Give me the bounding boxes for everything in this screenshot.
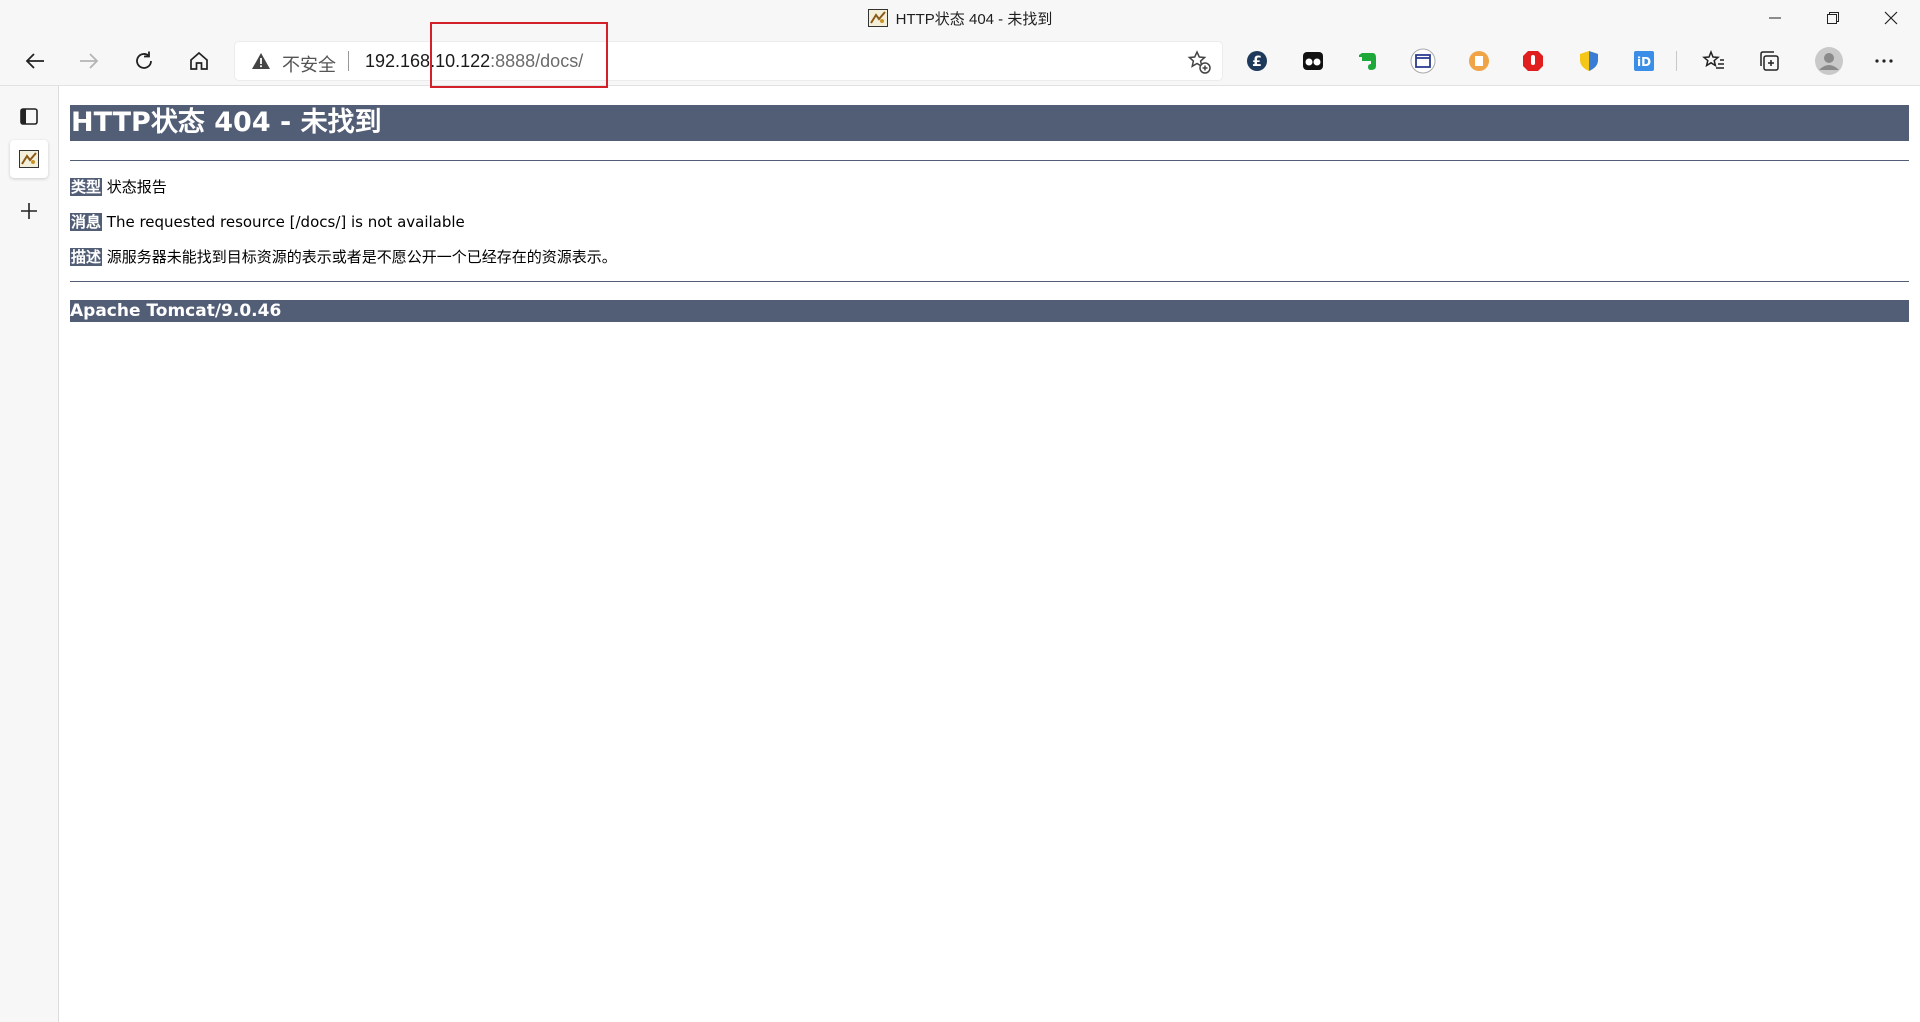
row-value: 源服务器未能找到目标资源的表示或者是不愿公开一个已经存在的资源表示。 (106, 248, 617, 266)
minimize-icon (1769, 17, 1781, 19)
home-button[interactable] (179, 41, 219, 81)
browser-toolbar: 不安全 192.168.10.122:8888/docs/ £ iD (0, 36, 1920, 86)
tomcat-favicon-icon (867, 9, 888, 27)
svg-text:iD: iD (1637, 55, 1651, 69)
tab-actions-icon (20, 108, 38, 125)
toolbar-divider (1676, 51, 1677, 71)
title-bar: HTTP状态 404 - 未找到 (0, 0, 1920, 36)
close-window-button[interactable] (1862, 0, 1920, 36)
address-separator (348, 51, 349, 71)
server-footer: Apache Tomcat/9.0.46 (70, 300, 1909, 322)
refresh-icon (136, 51, 152, 69)
home-icon (190, 51, 208, 70)
restore-button[interactable] (1804, 0, 1862, 36)
row-value: 状态报告 (106, 178, 167, 196)
address-bar[interactable]: 不安全 192.168.10.122:8888/docs/ (235, 42, 1222, 80)
svg-text:£: £ (1252, 54, 1262, 70)
page-content: HTTP状态 404 - 未找到 类型 状态报告 消息 The requeste… (59, 86, 1920, 1022)
collections-icon (1760, 51, 1779, 71)
forward-button[interactable] (69, 41, 109, 81)
star-add-icon (1187, 50, 1211, 74)
url-host: 192.168.10.122 (365, 51, 491, 71)
url-text[interactable]: 192.168.10.122:8888/docs/ (365, 51, 583, 72)
avatar-icon (1815, 47, 1843, 75)
owl-icon (1303, 52, 1323, 70)
translate-extension-button[interactable]: iD (1630, 47, 1658, 75)
refresh-button[interactable] (124, 41, 164, 81)
row-label: 描述 (70, 248, 103, 266)
arrow-left-icon (25, 53, 44, 69)
security-label[interactable]: 不安全 (282, 51, 336, 77)
adblock-extension-button[interactable] (1519, 47, 1547, 75)
evernote-extension-button[interactable] (1354, 47, 1382, 75)
tab-favicon-icon (19, 150, 39, 168)
window-controls (1746, 0, 1920, 36)
warning-icon (252, 53, 270, 69)
page-heading: HTTP状态 404 - 未找到 (70, 105, 1909, 141)
vertical-tab-strip (0, 86, 59, 1022)
restore-icon (1827, 12, 1839, 24)
tab-actions-button[interactable] (10, 97, 48, 135)
translate-icon: iD (1634, 51, 1654, 71)
settings-more-button[interactable] (1870, 47, 1898, 75)
favorites-button[interactable] (1700, 47, 1728, 75)
info-row-message: 消息 The requested resource [/docs/] is no… (70, 211, 465, 232)
shield-heart-icon (1580, 51, 1598, 71)
info-row-type: 类型 状态报告 (70, 176, 167, 197)
info-row-description: 描述 源服务器未能找到目标资源的表示或者是不愿公开一个已经存在的资源表示。 (70, 246, 617, 267)
elephant-icon (1359, 53, 1376, 70)
divider-top (70, 160, 1909, 161)
row-value: The requested resource [/docs/] is not a… (106, 213, 465, 231)
window-title: HTTP状态 404 - 未找到 (895, 10, 1053, 28)
back-button[interactable] (15, 41, 55, 81)
row-label: 消息 (70, 213, 103, 231)
stop-hand-icon (1523, 51, 1543, 71)
window-panel-icon (1410, 48, 1436, 74)
extension-5-button[interactable] (1465, 47, 1493, 75)
url-path: :8888/docs/ (490, 51, 584, 71)
more-dots-icon (1875, 59, 1893, 63)
add-favorite-button[interactable] (1186, 49, 1212, 75)
extension-1-button[interactable]: £ (1243, 47, 1271, 75)
row-label: 类型 (70, 178, 103, 196)
document-circle-icon (1469, 51, 1489, 71)
letter-e-circle-icon: £ (1247, 51, 1267, 71)
extension-2-button[interactable] (1299, 47, 1327, 75)
window-title-area: HTTP状态 404 - 未找到 (0, 0, 1920, 36)
minimize-button[interactable] (1746, 0, 1804, 36)
new-tab-button[interactable] (10, 192, 48, 230)
collections-button[interactable] (1755, 47, 1783, 75)
divider-bottom (70, 281, 1909, 282)
plus-icon (21, 203, 37, 219)
profile-button[interactable] (1813, 45, 1845, 77)
favorites-list-icon (1702, 49, 1724, 69)
close-icon (1884, 11, 1898, 25)
tab-tomcat-404[interactable] (10, 140, 48, 178)
extension-7-button[interactable] (1575, 47, 1603, 75)
arrow-right-icon (80, 53, 99, 69)
extension-4-button[interactable] (1409, 47, 1437, 75)
